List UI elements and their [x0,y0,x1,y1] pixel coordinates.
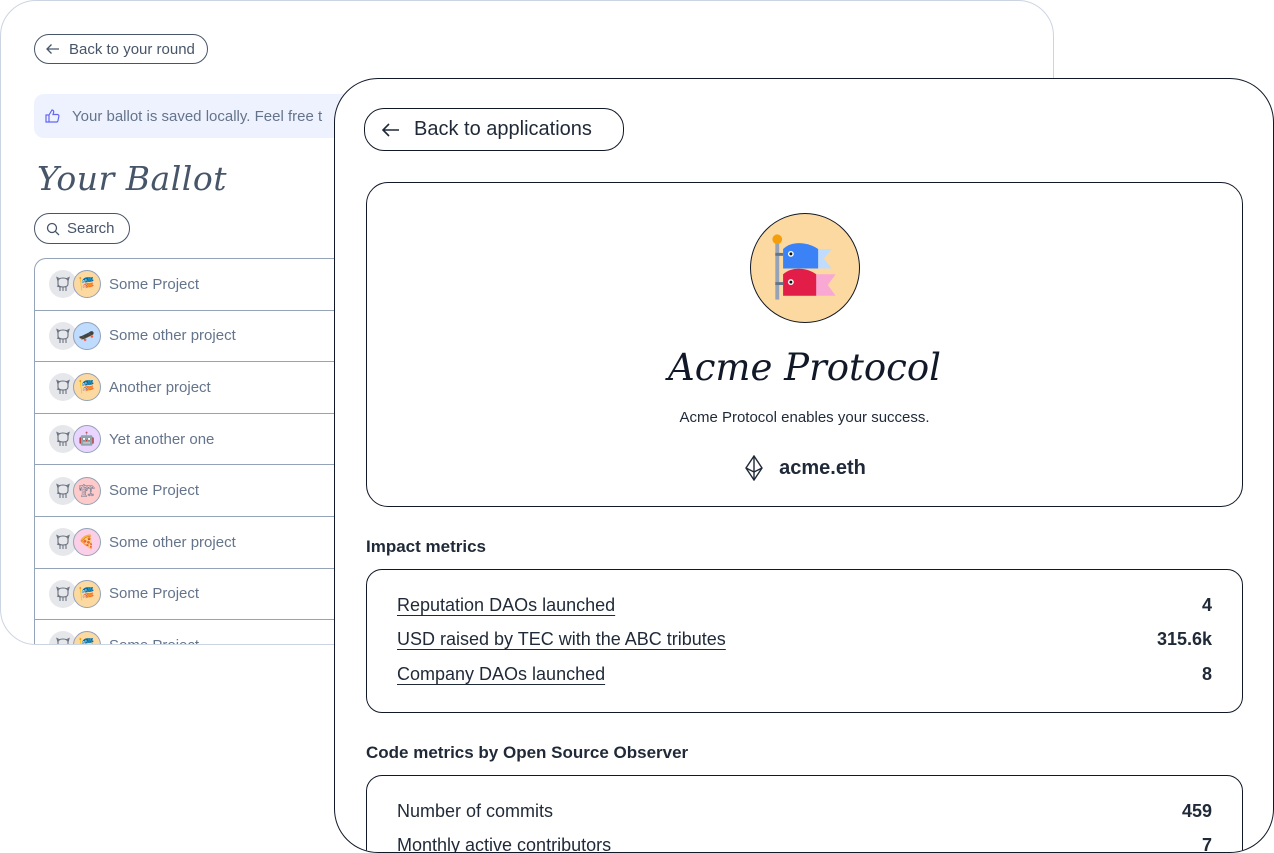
ens-name[interactable]: acme.eth [779,457,866,480]
back-to-round-button[interactable]: Back to your round [34,34,208,64]
notice-text: Your ballot is saved locally. Feel free … [72,107,323,125]
project-description: Acme Protocol enables your success. [679,409,930,426]
project-avatar-glyph: 🎏 [78,379,96,395]
project-avatar: 🤖 [73,425,101,454]
project-avatar: 🏗 [73,476,101,505]
project-ens: acme.eth [367,455,1242,481]
project-avatar: 🎏 [73,579,101,608]
metric-value: 7 [1201,835,1212,853]
metric-label: Monthly active contributors [397,835,612,853]
project-avatar-glyph: 🏗 [78,482,96,498]
project-avatar: 🍕 [73,528,101,557]
project-avatar-glyph: 🍕 [78,534,96,550]
project-avatars: 🎏 [49,631,101,645]
metric-value: 8 [1201,663,1212,684]
project-name: Some Project [109,637,199,644]
project-name: Yet another one [109,430,215,448]
project-avatars: 🤖 [49,425,101,454]
project-avatars: 🍕 [49,528,101,557]
impact-metrics-box: Reputation DAOs launched 4 USD raised by T… [366,569,1243,713]
project-name: Some other project [109,533,236,551]
metric-row: Monthly active contributors 7 [397,829,1212,853]
code-metrics-title: Code metrics by Open Source Observer [366,743,689,762]
project-avatar-glyph: 🎏 [78,585,96,601]
thumbs-up-icon [45,109,60,123]
project-avatars: 🎏 [49,579,101,608]
carp-streamer-icon [772,234,836,300]
project-avatar-glyph: 🎏 [78,276,96,292]
arrow-left-icon [381,122,399,137]
metric-label[interactable]: Company DAOs launched [397,664,605,685]
back-to-round-label: Back to your round [69,40,195,58]
arrow-left-icon [46,44,59,54]
project-avatar: 🛹 [73,321,101,350]
project-avatar: 🎏 [73,631,101,645]
project-name: Some Project [109,585,200,603]
metric-label[interactable]: Reputation DAOs launched [397,595,615,616]
project-name: Acme Protocol [667,346,942,389]
project-avatars: 🛹 [49,321,101,350]
project-avatars: 🏗 [49,476,101,505]
project-avatars: 🎏 [49,373,101,402]
search-placeholder: Search [67,220,115,237]
application-detail-window: Back to applications Acme Protocol Acme … [334,78,1274,853]
search-input[interactable]: Search [34,213,130,244]
metric-row: Company DAOs launched 8 [397,657,1212,692]
metric-label[interactable]: USD raised by TEC with the ABC tributes [397,629,726,650]
project-avatar-glyph: 🎏 [78,637,96,645]
metric-row: USD raised by TEC with the ABC tributes 3… [397,623,1212,658]
project-logo [750,213,860,323]
metric-row: Reputation DAOs launched 4 [397,588,1212,623]
ethereum-icon [745,455,763,481]
project-avatars: 🎏 [49,270,101,299]
search-icon [46,222,60,235]
ballot-title: Your Ballot [37,159,227,198]
project-avatar: 🎏 [73,270,101,299]
code-metrics-box: Number of commits 459 Monthly active contr… [366,775,1243,853]
project-name: Some Project [109,482,200,500]
project-avatar: 🎏 [73,373,101,402]
project-name: Some other project [109,327,236,345]
project-avatar-glyph: 🛹 [78,327,96,343]
back-to-applications-button[interactable]: Back to applications [364,108,624,151]
metric-value: 459 [1181,800,1212,821]
project-card: Acme Protocol Acme Protocol enables your… [366,182,1243,507]
metric-value: 4 [1201,594,1212,615]
metric-value: 315.6k [1156,629,1212,650]
project-name: Another project [109,378,211,396]
back-to-applications-label: Back to applications [414,118,592,140]
impact-metrics-title: Impact metrics [366,537,486,556]
project-name: Some Project [109,275,200,293]
project-avatar-glyph: 🤖 [78,431,96,447]
metric-row: Number of commits 459 [397,794,1212,829]
metric-label: Number of commits [397,800,554,821]
